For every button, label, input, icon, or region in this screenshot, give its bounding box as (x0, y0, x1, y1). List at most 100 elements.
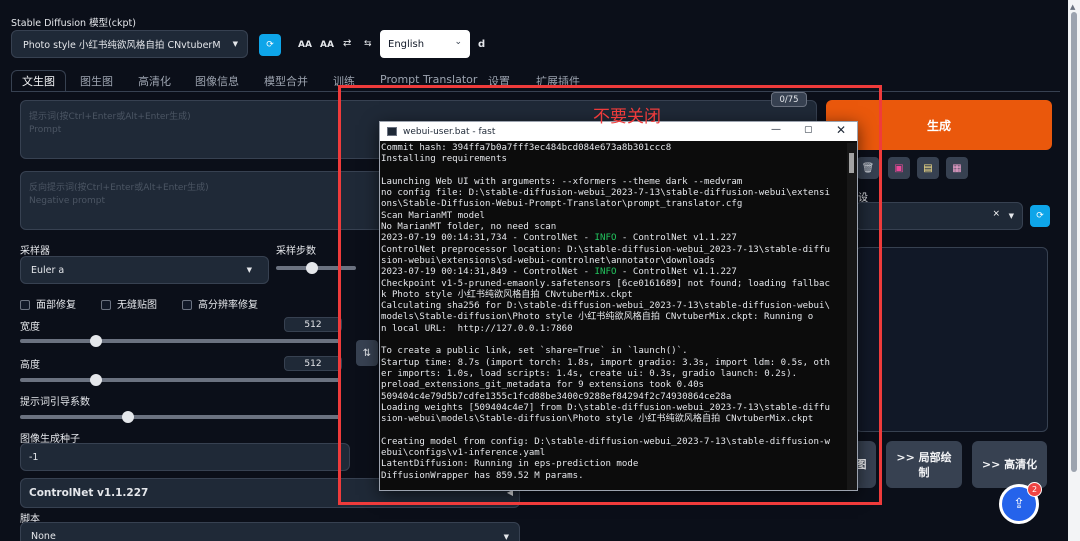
terminal-text: ons\Stable-Diffusion-Webui-Prompt-Transl… (381, 199, 743, 210)
cfg-slider[interactable] (20, 411, 340, 423)
swap-vertical-icon: ⇅ (362, 347, 372, 359)
steps-slider[interactable] (276, 262, 356, 274)
terminal-output: Commit hash: 394ffa7b0a7fff3ec484bcd084e… (380, 143, 847, 490)
tab-train[interactable]: 训练 (333, 73, 355, 91)
terminal-line: ControlNet preprocessor location: D:\sta… (381, 245, 847, 256)
page-scrollbar[interactable]: ▲ (1068, 0, 1080, 541)
terminal-text: sion-webui\extensions\sd-webui-controlne… (381, 255, 715, 266)
seed-input[interactable]: -1 (20, 443, 350, 471)
width-slider[interactable] (20, 335, 340, 347)
log-level-info: INFO (594, 233, 617, 244)
terminal-icon (387, 127, 397, 136)
chevron-down-icon: ▼ (503, 533, 509, 541)
height-slider[interactable] (20, 374, 340, 386)
trash-icon[interactable]: 🗑 (857, 157, 879, 179)
terminal-text: Checkpoint v1-5-pruned-emaonly.safetenso… (381, 278, 830, 289)
terminal-line: ebui\configs\v1-inference.yaml (381, 448, 847, 459)
terminal-text: 2023-07-19 00:14:31,849 - ControlNet - (381, 267, 595, 278)
refresh-styles-button[interactable]: ⟳ (1030, 205, 1050, 227)
sampler-select[interactable]: Euler a ▼ (20, 256, 269, 284)
terminal-line: Installing requirements (381, 154, 847, 165)
terminal-text: n local URL: http://127.0.0.1:7860 (381, 323, 573, 334)
terminal-scroll-thumb[interactable] (849, 153, 854, 173)
tab-txt2img[interactable]: 文生图 (11, 70, 66, 92)
terminal-line: LatentDiffusion: Running in eps-predicti… (381, 459, 847, 470)
chevron-down-icon: ⌄ (454, 37, 462, 47)
terminal-text: - ControlNet v1.1.227 (616, 233, 737, 244)
terminal-text: 509404c4e79d5b7cdfe1355c1fcd88be3400c928… (381, 391, 732, 402)
tab-settings[interactable]: 设置 (488, 73, 510, 91)
terminal-line: Checkpoint v1-5-pruned-emaonly.safetenso… (381, 279, 847, 290)
height-input[interactable]: 512 (284, 356, 342, 371)
terminal-line: n local URL: http://127.0.0.1:7860 (381, 324, 847, 335)
terminal-line: DiffusionWrapper has 859.52 M params. (381, 471, 847, 482)
ckpt-select[interactable]: Photo style 小红书纯欲风格自拍 CNvtuberMix.ckpt ▼ (11, 30, 248, 58)
terminal-line: preload_extensions_git_metadata for 9 ex… (381, 380, 847, 391)
terminal-line: k Photo style 小红书纯欲风格自拍 CNvtuberMix.ckpt (381, 290, 847, 301)
scrollbar-thumb[interactable] (1071, 12, 1077, 472)
script-select[interactable]: None ▼ (20, 522, 520, 541)
width-input[interactable]: 512 (284, 317, 342, 332)
terminal-text: DiffusionWrapper has 859.52 M params. (381, 470, 584, 481)
terminal-line: er imports: 1.0s, load scripts: 1.4s, cr… (381, 369, 847, 380)
checkbox-tiling[interactable]: 无缝贴图 (101, 296, 157, 311)
refresh-ckpt-button[interactable]: ⟳ (259, 34, 281, 56)
clear-icon[interactable]: ⨯ (992, 209, 1000, 219)
swap-icon[interactable]: ⇄ (343, 38, 351, 49)
tab-prompt-translator[interactable]: Prompt Translator (380, 73, 477, 91)
terminal-text: No MarianMT folder, no need scan (381, 222, 557, 233)
terminal-window[interactable]: webui-user.bat - fast — ▢ ✕ Commit hash:… (379, 121, 858, 491)
font-size-large-button[interactable]: AA (298, 40, 312, 50)
scrollbar-up-icon[interactable]: ▲ (1070, 3, 1075, 11)
terminal-text: Commit hash: 394ffa7b0a7fff3ec484bcd084e… (381, 143, 672, 153)
terminal-text: no config file: D:\stable-diffusion-webu… (381, 188, 830, 199)
swap-dimensions-button[interactable]: ⇅ (356, 340, 378, 366)
styles-select[interactable]: ⨯ ▼ (855, 202, 1023, 230)
translate-icon[interactable]: ⇆ (364, 39, 372, 49)
send-to-inpaint-button[interactable]: >> 局部绘制 (886, 441, 962, 488)
tab-extras[interactable]: 高清化 (138, 73, 171, 91)
tab-pnginfo[interactable]: 图像信息 (195, 73, 239, 91)
chevron-down-icon: ▼ (1008, 212, 1014, 220)
generate-button[interactable]: 生成 (826, 100, 1052, 150)
script-value: None (31, 531, 56, 541)
tab-img2img[interactable]: 图生图 (80, 73, 113, 91)
refresh-icon: ⟳ (1036, 211, 1044, 221)
sampler-label: 采样器 (20, 246, 50, 257)
terminal-line: sion-webui\extensions\sd-webui-controlne… (381, 256, 847, 267)
terminal-line: No MarianMT folder, no need scan (381, 222, 847, 233)
language-select[interactable]: English ⌄ (380, 30, 470, 58)
terminal-text: Calculating sha256 for D:\stable-diffusi… (381, 301, 830, 312)
maximize-icon[interactable]: ▢ (804, 125, 813, 135)
cfg-label: 提示词引导系数 (20, 397, 90, 408)
close-icon[interactable]: ✕ (836, 123, 846, 137)
terminal-text: Scan MarianMT model (381, 210, 486, 221)
width-label: 宽度 (20, 322, 40, 333)
terminal-line: Loading weights [509404c4e7] from D:\sta… (381, 403, 847, 414)
tab-merge[interactable]: 模型合并 (264, 73, 308, 91)
ckpt-value: Photo style 小红书纯欲风格自拍 CNvtuberMix.ckpt (23, 40, 221, 51)
ckpt-label: Stable Diffusion 模型(ckpt) (11, 18, 136, 29)
terminal-text: Startup time: 8.7s (import torch: 1.8s, … (381, 357, 830, 368)
send-to-extras-button[interactable]: >> 高清化 (972, 441, 1047, 488)
tab-extensions[interactable]: 扩展插件 (536, 73, 580, 91)
cfg-slider-knob[interactable] (122, 411, 134, 423)
clipboard-icon[interactable]: ▤ (917, 157, 939, 179)
minimize-icon[interactable]: — (771, 124, 781, 135)
d-label: d (478, 39, 486, 50)
steps-slider-knob[interactable] (306, 262, 318, 274)
checkbox-face-restore[interactable]: 面部修复 (20, 296, 76, 311)
annotation-text: 不要关闭 (593, 107, 661, 127)
terminal-scrollbar[interactable] (847, 143, 857, 490)
save-style-icon[interactable]: ▦ (946, 157, 968, 179)
terminal-line: Creating model from config: D:\stable-di… (381, 437, 847, 448)
width-slider-knob[interactable] (90, 335, 102, 347)
font-size-small-button[interactable]: AA (320, 40, 334, 50)
terminal-line: ons\Stable-Diffusion-Webui-Prompt-Transl… (381, 199, 847, 210)
generate-label: 生成 (926, 118, 951, 133)
terminal-line: Scan MarianMT model (381, 211, 847, 222)
style-apply-icon[interactable]: ▣ (888, 157, 910, 179)
height-slider-knob[interactable] (90, 374, 102, 386)
checkbox-hires-fix[interactable]: 高分辨率修复 (182, 296, 258, 311)
